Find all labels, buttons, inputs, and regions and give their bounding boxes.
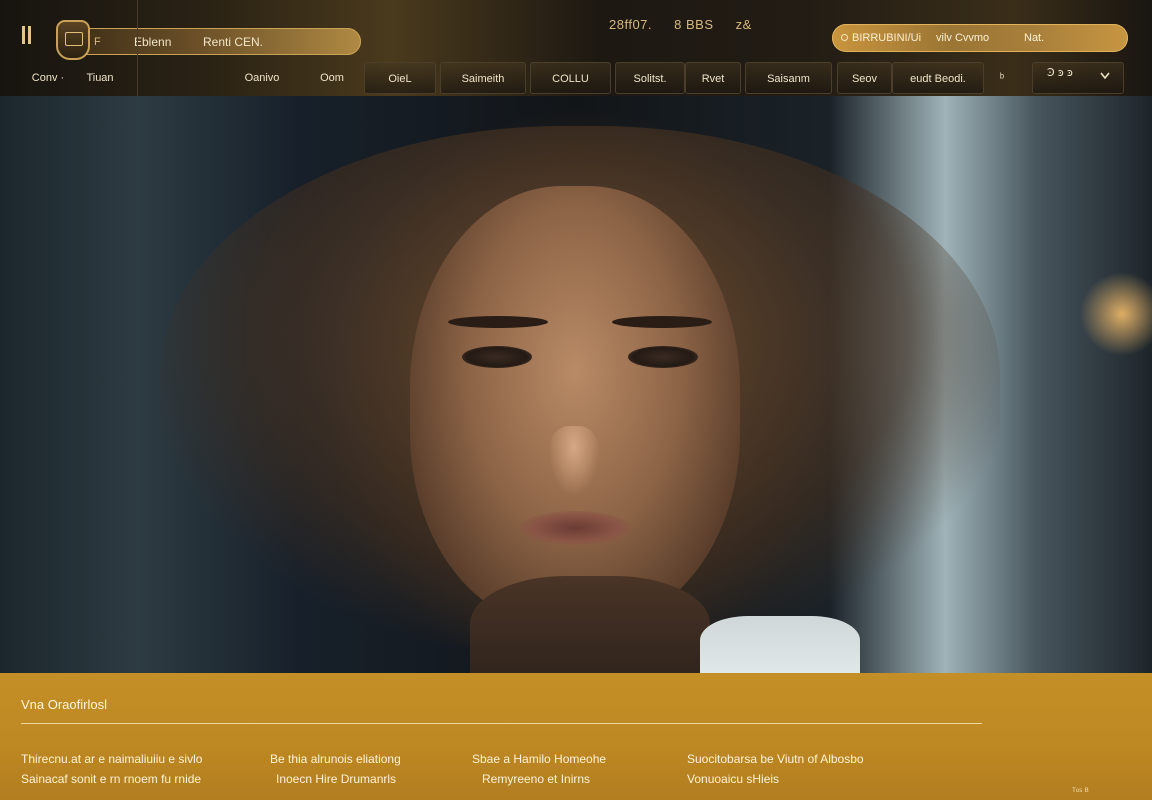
hero-photo [0,96,1152,673]
info-line[interactable]: Remyreeno et Inirns [472,769,606,789]
nav-item[interactable]: Seov [837,62,892,94]
photo-eye [628,346,698,368]
panel-title: Vna Oraofirlosl [21,697,107,712]
photo-eye [462,346,532,368]
nav-item[interactable]: Saisanm [745,62,832,94]
panel-divider [21,723,982,724]
brand-mark: F [94,36,101,48]
info-line[interactable]: Suocitobarsa be Viutn of Albosbo [687,749,864,769]
photo-face [410,186,740,626]
nav-item[interactable]: Rvet [685,62,741,94]
nav-item[interactable]: Oom [304,62,360,94]
shield-logo-icon [56,20,90,60]
chevron-down-icon[interactable] [1100,71,1110,81]
brand-name: Eblenn [134,35,172,49]
photo-mouth [520,511,630,545]
info-line[interactable]: Sbae a Hamilo Homeohe [472,749,606,769]
info-panel: Vna Oraofirlosl Thirecnu.at ar e naimali… [0,673,1152,800]
info-column: Suocitobarsa be Viutn of Albosbo Vonuoai… [687,749,864,789]
stat-value: 28ff07. [609,17,653,32]
nav-item-more[interactable]: Ꜿ ꜿ ꜿ [1032,62,1124,94]
nav-item[interactable]: Tiuan [80,62,120,94]
header-stats: 28ff07. 8 BBS z& [609,17,770,32]
pause-icon[interactable] [22,26,32,44]
nav-item[interactable]: Saimeith [440,62,526,94]
nav-item[interactable]: OieL [364,62,436,94]
info-line[interactable]: Be thia alrunois eliationg [270,749,401,769]
nav-item[interactable]: Oanivo [236,62,288,94]
photo-brow [448,316,548,328]
photo-neck [470,576,710,673]
info-line[interactable]: Inoecn Hire Drumanrls [270,769,401,789]
main-nav: Conv · Tiuan Oanivo Oom OieL Saimeith CO… [0,62,1152,94]
alert-text: BIRRUBINI/Ui [852,32,922,44]
stat-value: 8 BBS [674,17,714,32]
nav-item[interactable]: Solitst. [615,62,685,94]
footer-mark: ᵀᵒˢ ᴮ [1072,786,1089,796]
nav-item[interactable]: eudt Beodi. [892,62,984,94]
app-header: F Eblenn Renti CEN. 28ff07. 8 BBS z& BIR… [0,0,1152,130]
info-column: Thirecnu.at ar e naimaliuiiu e sivlo Sai… [21,749,202,789]
stat-value: z& [735,17,752,32]
nav-item[interactable]: ᵇ [990,62,1014,94]
nav-item[interactable]: COLLU [530,62,611,94]
brand-subtitle: Renti CEN. [203,35,264,49]
info-line[interactable]: Sainacaf sonit e rn rnoem fu rnide [21,769,202,789]
info-line[interactable]: Vonuoaicu sHieis [687,769,864,789]
status-dot-icon [841,34,848,41]
nav-item[interactable]: Conv · [28,62,68,94]
photo-nose [548,426,600,496]
info-line[interactable]: Thirecnu.at ar e naimaliuiiu e sivlo [21,749,202,769]
photo-brow [612,316,712,328]
alert-link[interactable]: vilv Cvvmo [936,32,989,44]
photo-collar [700,616,860,673]
alert-end-label: Nat. [1024,32,1045,44]
info-column: Be thia alrunois eliationg Inoecn Hire D… [270,749,401,789]
info-column: Sbae a Hamilo Homeohe Remyreeno et Inirn… [472,749,606,789]
